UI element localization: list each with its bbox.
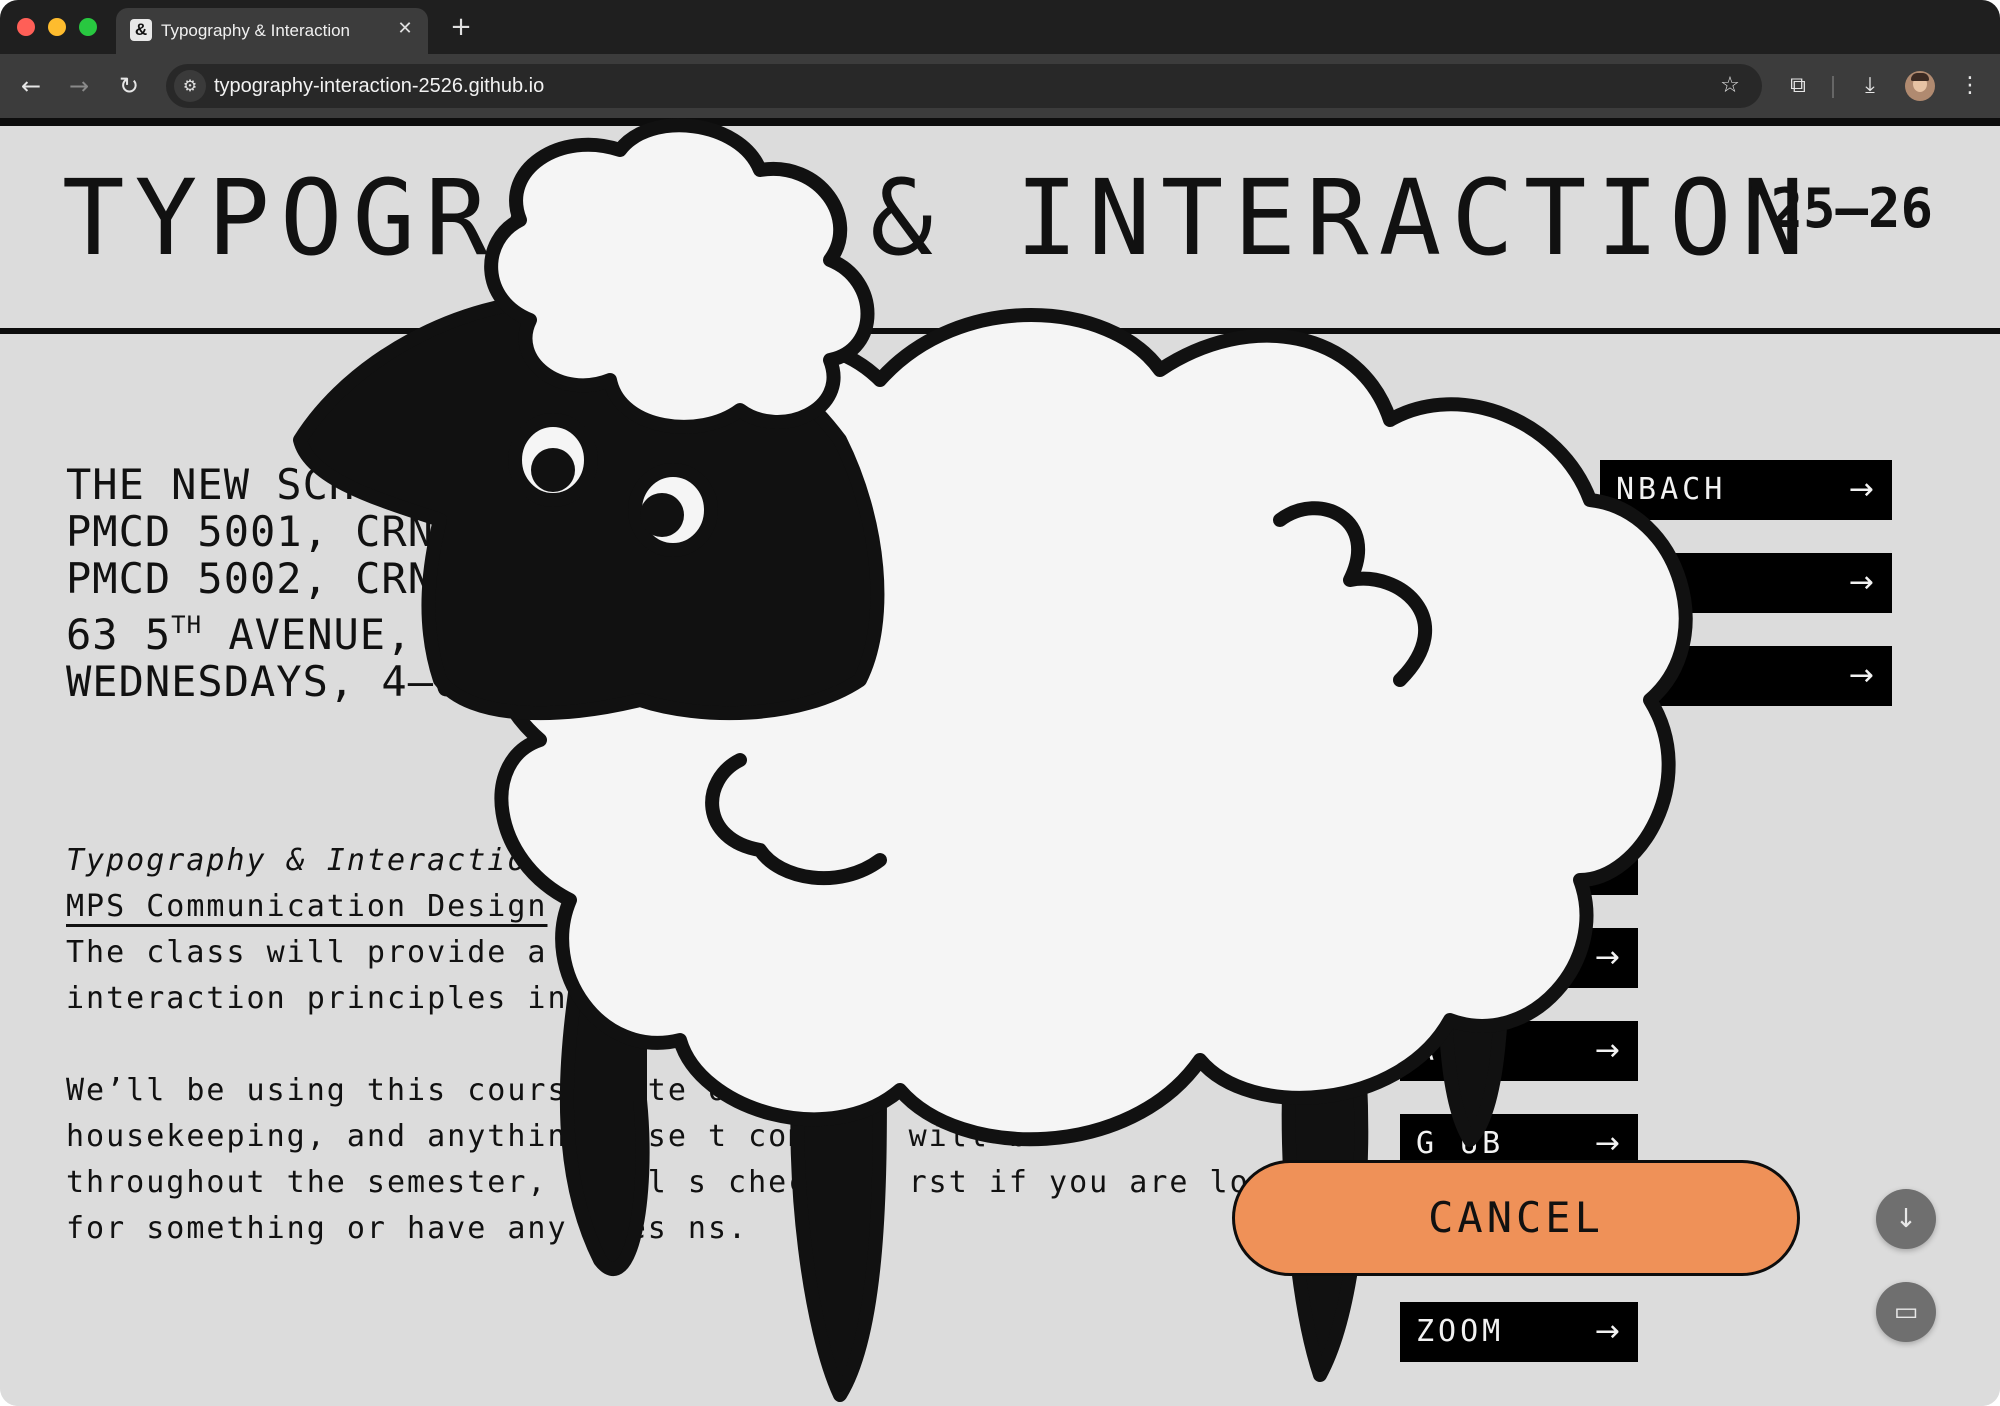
course-description: Typography & Interaction MPS Communicati… xyxy=(66,838,1350,1252)
arrow-right-icon: → xyxy=(1594,940,1620,975)
nav-link-3[interactable]: → xyxy=(1550,646,1892,706)
close-tab-icon[interactable]: ✕ xyxy=(392,16,418,42)
new-tab-button[interactable]: + xyxy=(446,12,476,42)
scroll-down-icon[interactable]: ↓ xyxy=(1876,1189,1936,1249)
arrow-right-icon: → xyxy=(1594,847,1620,882)
nav-link-instructor-1[interactable]: NBACH → xyxy=(1600,460,1892,520)
top-rule xyxy=(0,118,2000,126)
nav-link-6[interactable]: A → xyxy=(1400,1021,1638,1081)
academic-year: ’25–26 xyxy=(1738,177,1934,240)
url-text[interactable]: typography-interaction-2526.github.io xyxy=(214,75,544,98)
back-icon[interactable]: ← xyxy=(15,70,47,102)
desc-line: for something or have any ques ns. xyxy=(66,1211,749,1246)
close-window-button[interactable] xyxy=(17,18,35,36)
profile-avatar[interactable] xyxy=(1905,71,1935,101)
desc-line: The class will provide a rigor xyxy=(66,935,668,970)
tab-title: Typography & Interaction xyxy=(161,21,351,40)
forward-icon[interactable]: → xyxy=(63,70,95,102)
extensions-icon[interactable]: ⧉ xyxy=(1782,70,1814,102)
course-info: THE NEW SCHOO PMCD 5001, CRN PMCD 5002, … xyxy=(66,461,460,705)
arrow-right-icon: → xyxy=(1848,658,1874,693)
arrow-right-icon: → xyxy=(1848,472,1874,507)
nav-link-5[interactable]: K → xyxy=(1400,928,1638,988)
title-rule xyxy=(0,328,2000,334)
info-address: 63 5TH AVENUE, xyxy=(66,610,413,659)
site-title: TYPOGRA & INTERACTION xyxy=(62,166,1814,270)
nav-link-4[interactable]: → xyxy=(1400,835,1638,895)
favicon-icon: & xyxy=(130,19,152,41)
desc-line: We’ll be using this course site our ag xyxy=(66,1073,829,1108)
browser-menu-icon[interactable]: ⋮ xyxy=(1954,70,1986,102)
arrow-right-icon: → xyxy=(1594,1033,1620,1068)
info-course-1: PMCD 5001, CRN xyxy=(66,507,435,556)
window-icon[interactable]: ▭ xyxy=(1876,1282,1936,1342)
address-bar[interactable]: ⚙ typography-interaction-2526.github.io … xyxy=(166,64,1762,108)
active-tab[interactable]: & Typography & Interaction ✕ xyxy=(116,8,428,54)
cancel-button[interactable]: CANCEL xyxy=(1232,1160,1800,1276)
site-title-left: TYPOGRA xyxy=(62,157,571,279)
desc-course-name: Typography & Interaction xyxy=(66,843,548,878)
info-course-2: PMCD 5002, CRN xyxy=(66,554,435,603)
site-title-right: & INTERACTION xyxy=(870,157,1815,279)
desc-line: throughout the semester, so al s check h… xyxy=(66,1165,1350,1200)
browser-window: & Typography & Interaction ✕ + ← → ↻ ⚙ t… xyxy=(0,0,2000,1406)
bookmark-star-icon[interactable]: ☆ xyxy=(1714,70,1746,102)
desc-line: housekeeping, and anything else t comes … xyxy=(66,1119,1029,1154)
mps-link[interactable]: MPS Communication Design xyxy=(66,889,547,924)
arrow-right-icon: → xyxy=(1848,565,1874,600)
toolbar-divider xyxy=(1832,76,1834,98)
info-schedule: WEDNESDAYS, 4–6 xyxy=(66,657,461,706)
downloads-icon[interactable]: ⤓ xyxy=(1854,70,1886,102)
desc-line: interaction principles in the co xyxy=(66,981,708,1016)
arrow-right-icon: → xyxy=(1594,1314,1620,1349)
info-school: THE NEW SCHOO xyxy=(66,460,408,509)
maximize-window-button[interactable] xyxy=(79,18,97,36)
minimize-window-button[interactable] xyxy=(48,18,66,36)
site-info-icon[interactable]: ⚙ xyxy=(174,70,206,102)
tab-bar: & Typography & Interaction ✕ + xyxy=(0,0,2000,54)
nav-link-zoom[interactable]: ZOOM → xyxy=(1400,1302,1638,1362)
nav-link-instructor-2[interactable]: EN → xyxy=(1600,553,1892,613)
reload-icon[interactable]: ↻ xyxy=(113,70,145,102)
browser-toolbar: ← → ↻ ⚙ typography-interaction-2526.gith… xyxy=(0,54,2000,118)
